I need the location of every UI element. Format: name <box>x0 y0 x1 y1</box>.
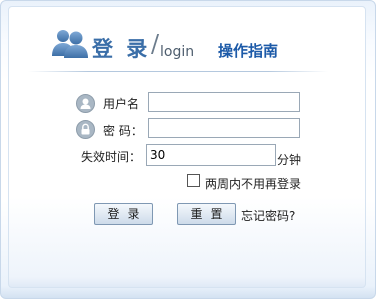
login-button[interactable]: 登录 <box>94 203 153 225</box>
password-label: 密 码： <box>103 124 143 138</box>
username-label: 用户名 <box>103 97 140 111</box>
remember-checkbox[interactable] <box>187 174 200 187</box>
users-icon <box>52 30 88 58</box>
forgot-password-link[interactable]: 忘记密码? <box>241 207 295 224</box>
expire-time-label: 失效时间： <box>81 150 142 164</box>
user-icon <box>76 94 95 113</box>
lock-icon <box>76 120 95 139</box>
user-guide-link[interactable]: 操作指南 <box>218 40 278 61</box>
password-input[interactable] <box>148 118 300 138</box>
page-title: 登 录 <box>92 37 151 61</box>
page-title-english: login <box>160 44 195 60</box>
reset-button[interactable]: 重置 <box>177 203 236 225</box>
expire-unit: 分钟 <box>277 153 302 167</box>
username-input[interactable] <box>148 92 300 112</box>
header-divider <box>28 71 328 72</box>
title-separator: / <box>151 30 160 58</box>
expire-time-input[interactable] <box>146 144 276 166</box>
remember-label: 两周内不用再登录 <box>205 177 302 191</box>
